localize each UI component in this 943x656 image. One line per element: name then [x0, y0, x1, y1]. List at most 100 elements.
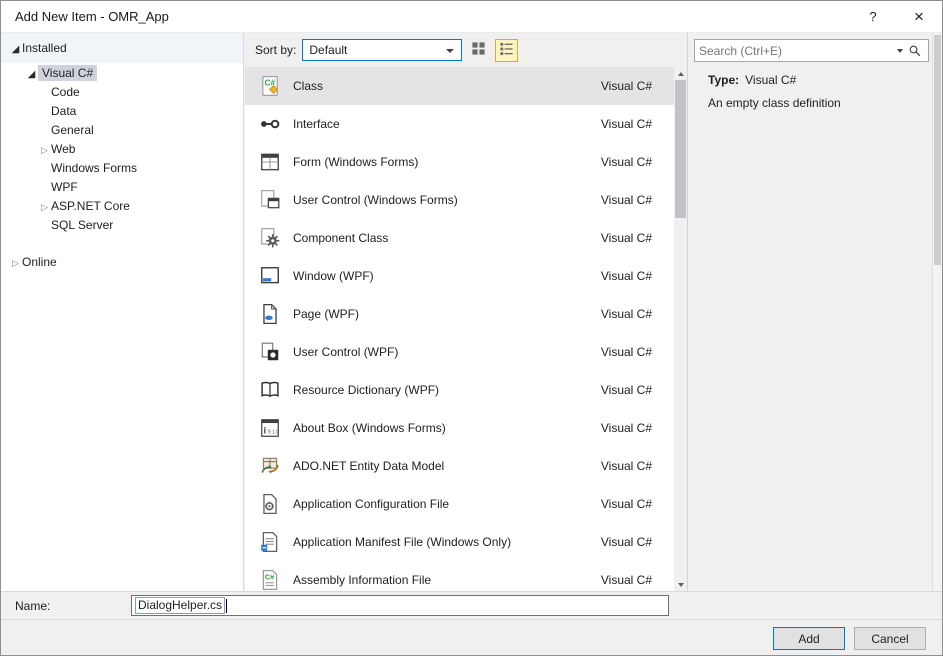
template-language: Visual C# — [601, 193, 674, 207]
template-list-item[interactable]: Application Manifest File (Windows Only)… — [245, 523, 674, 561]
form-winforms-icon — [257, 150, 283, 174]
sort-by-value: Default — [309, 43, 347, 57]
template-list-item[interactable]: Resource Dictionary (WPF) Visual C# — [245, 371, 674, 409]
sidebar-item-label: Web — [51, 142, 75, 156]
ado-entity-icon — [257, 454, 283, 478]
template-name: User Control (Windows Forms) — [293, 193, 458, 207]
name-input-value: DialogHelper.cs — [135, 597, 225, 614]
template-language: Visual C# — [601, 573, 674, 587]
add-button[interactable]: Add — [773, 627, 845, 650]
svg-text:C#: C# — [265, 572, 275, 581]
list-view-icon — [499, 41, 514, 59]
cancel-button[interactable]: Cancel — [854, 627, 926, 650]
dialog-body: Installed Visual C# Code Data General We… — [1, 33, 942, 591]
template-language: Visual C# — [601, 535, 674, 549]
list-view-button[interactable] — [495, 39, 518, 62]
expander-expanded-icon[interactable] — [9, 41, 22, 55]
sidebar-item-windows-forms[interactable]: Windows Forms — [1, 158, 243, 177]
template-name: Component Class — [293, 231, 388, 245]
dialog-title: Add New Item - OMR_App — [15, 9, 169, 24]
usercontrol-wpf-icon — [257, 340, 283, 364]
template-name: Page (WPF) — [293, 307, 359, 321]
template-language: Visual C# — [601, 383, 674, 397]
small-icons-view-icon — [471, 41, 486, 59]
sidebar-item-code[interactable]: Code — [1, 82, 243, 101]
template-list-scrollbar[interactable] — [674, 67, 687, 591]
template-list-item[interactable]: Form (Windows Forms) Visual C# — [245, 143, 674, 181]
template-list-item[interactable]: Component Class Visual C# — [245, 219, 674, 257]
template-language: Visual C# — [601, 421, 674, 435]
type-row: Type:Visual C# — [708, 73, 796, 87]
interface-icon — [257, 112, 283, 136]
page-wpf-icon — [257, 302, 283, 326]
svg-text:9.1.0: 9.1.0 — [268, 430, 279, 436]
close-button[interactable]: × — [896, 1, 942, 32]
search-box[interactable] — [694, 39, 929, 62]
scrollbar-down-icon[interactable] — [674, 578, 687, 591]
sidebar-item-sql-server[interactable]: SQL Server — [1, 215, 243, 234]
dialog-footer: Name: DialogHelper.cs Add Cancel — [1, 591, 942, 655]
sort-toolbar: Sort by: Default — [245, 33, 687, 67]
template-name: Interface — [293, 117, 340, 131]
usercontrol-winforms-icon — [257, 188, 283, 212]
chevron-down-icon[interactable] — [897, 49, 903, 53]
template-list-item[interactable]: Interface Visual C# — [245, 105, 674, 143]
assembly-info-icon: C# — [257, 568, 283, 591]
template-list-item[interactable]: Page (WPF) Visual C# — [245, 295, 674, 333]
sidebar-item-general[interactable]: General — [1, 120, 243, 139]
app-config-icon — [257, 492, 283, 516]
text-cursor — [226, 599, 227, 613]
sort-by-dropdown[interactable]: Default — [302, 39, 462, 61]
expander-expanded-icon[interactable] — [25, 66, 38, 80]
type-label: Type: — [708, 73, 739, 87]
details-panel: Type:Visual C# An empty class definition — [687, 33, 932, 591]
sidebar-item-installed[interactable]: Installed — [1, 33, 243, 63]
app-manifest-icon — [257, 530, 283, 554]
add-new-item-dialog: Add New Item - OMR_App ? × Installed Vis… — [0, 0, 943, 656]
component-class-icon — [257, 226, 283, 250]
sidebar-item-online[interactable]: Online — [1, 252, 243, 272]
template-name: Window (WPF) — [293, 269, 374, 283]
template-name: Application Configuration File — [293, 497, 449, 511]
expander-collapsed-icon[interactable] — [38, 142, 51, 156]
template-language: Visual C# — [601, 155, 674, 169]
template-name: User Control (WPF) — [293, 345, 398, 359]
template-language: Visual C# — [601, 117, 674, 131]
name-band: Name: DialogHelper.cs — [1, 592, 942, 620]
small-icons-view-button[interactable] — [467, 39, 490, 62]
template-list-item[interactable]: Window (WPF) Visual C# — [245, 257, 674, 295]
sidebar-item-label: Windows Forms — [51, 161, 137, 175]
online-label: Online — [22, 255, 57, 269]
template-list-item[interactable]: C# Assembly Information File Visual C# — [245, 561, 674, 591]
template-list-item[interactable]: Application Configuration File Visual C# — [245, 485, 674, 523]
sort-by-label: Sort by: — [255, 43, 296, 57]
template-name: Resource Dictionary (WPF) — [293, 383, 439, 397]
scrollbar-thumb[interactable] — [934, 35, 941, 265]
scrollbar-up-icon[interactable] — [674, 67, 687, 80]
template-list-item[interactable]: User Control (Windows Forms) Visual C# — [245, 181, 674, 219]
sidebar-item-visual-csharp[interactable]: Visual C# — [1, 63, 243, 82]
name-input[interactable]: DialogHelper.cs — [131, 595, 669, 616]
search-icon[interactable] — [908, 44, 922, 58]
sidebar-item-wpf[interactable]: WPF — [1, 177, 243, 196]
sidebar-item-aspnet-core[interactable]: ASP.NET Core — [1, 196, 243, 215]
template-language: Visual C# — [601, 497, 674, 511]
title-bar: Add New Item - OMR_App ? × — [1, 1, 942, 33]
expander-collapsed-icon[interactable] — [9, 255, 22, 269]
sidebar-item-label: WPF — [51, 180, 78, 194]
search-input[interactable] — [695, 44, 897, 58]
template-list-item[interactable]: i9.1.0 About Box (Windows Forms) Visual … — [245, 409, 674, 447]
sidebar-item-web[interactable]: Web — [1, 139, 243, 158]
scrollbar-thumb[interactable] — [675, 80, 686, 218]
template-list-item[interactable]: User Control (WPF) Visual C# — [245, 333, 674, 371]
template-language: Visual C# — [601, 231, 674, 245]
sidebar-item-data[interactable]: Data — [1, 101, 243, 120]
expander-collapsed-icon[interactable] — [38, 199, 51, 213]
template-list-item[interactable]: C# Class Visual C# — [245, 67, 674, 105]
sidebar-item-label: General — [51, 123, 94, 137]
template-list-item[interactable]: ADO.NET Entity Data Model Visual C# — [245, 447, 674, 485]
installed-label: Installed — [22, 41, 67, 55]
help-button[interactable]: ? — [850, 1, 896, 32]
template-language: Visual C# — [601, 269, 674, 283]
dialog-right-scrollbar[interactable] — [932, 33, 942, 591]
